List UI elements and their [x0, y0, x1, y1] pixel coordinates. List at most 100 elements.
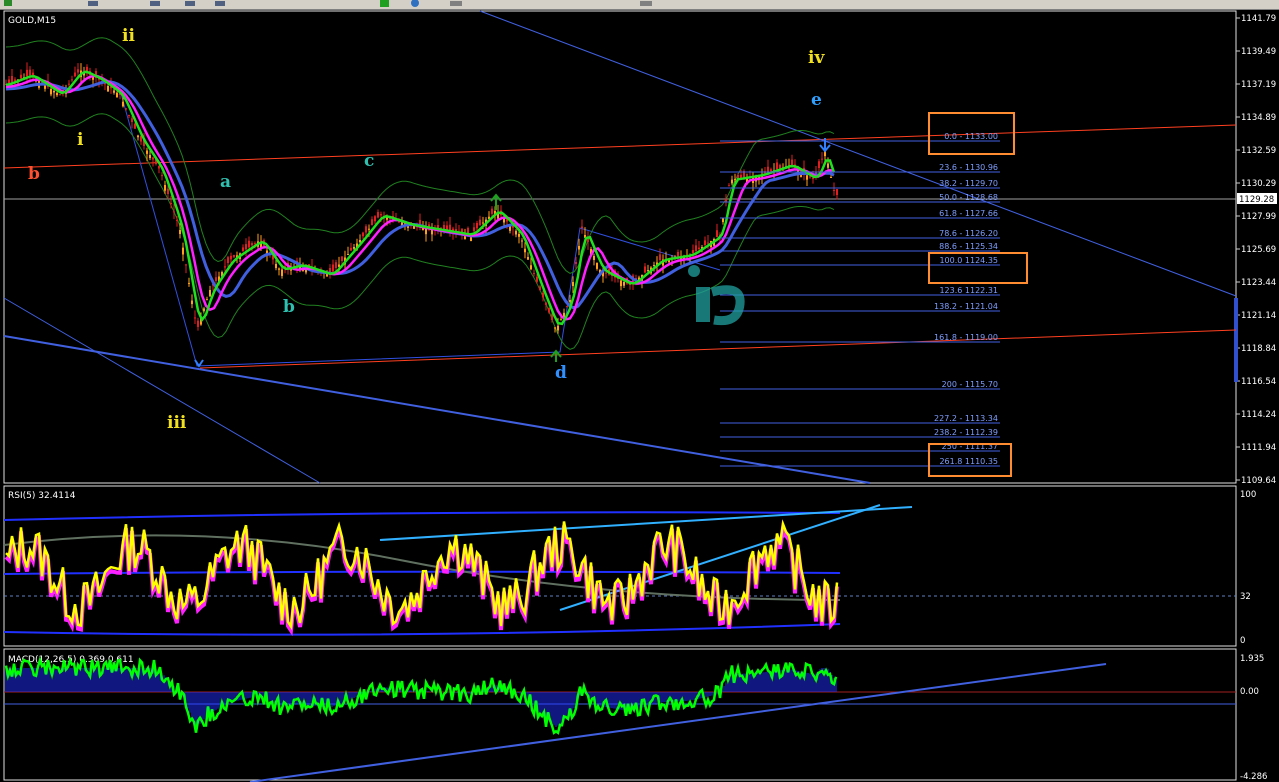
candle-body: [365, 226, 367, 233]
candle-body: [185, 264, 187, 266]
candle-body: [125, 108, 127, 110]
candle-body: [827, 163, 829, 168]
candle-body: [659, 254, 661, 260]
fib-label: 100.0 1124.35: [939, 256, 998, 265]
fib-label: 38.2 - 1129.70: [939, 179, 998, 188]
candle-body: [251, 243, 253, 246]
candle-body: [170, 202, 172, 204]
candle-body: [26, 69, 28, 77]
candle-body: [818, 161, 820, 168]
candle-body: [281, 269, 283, 276]
candle-body: [224, 266, 226, 268]
candle-body: [566, 306, 568, 308]
ma-slow: [5, 80, 835, 310]
candle-body: [560, 319, 562, 321]
candle-body: [536, 276, 538, 282]
candle-body: [122, 101, 124, 107]
scroll-marker: [1234, 298, 1238, 382]
candle-body: [695, 245, 697, 251]
moving-averages: [5, 70, 836, 326]
candle-body: [644, 266, 646, 273]
candle-body: [473, 227, 475, 232]
candle-body: [71, 79, 73, 81]
candle-body: [524, 248, 526, 253]
candle-body: [722, 218, 724, 223]
chart-canvas[interactable]: GOLD,M15 RSI(5) 32.4114 MACD(12,26,5) 0.…: [0, 0, 1279, 782]
fib-label: 50.0 - 1128.68: [939, 193, 998, 202]
price-axis-label: 1137.19: [1241, 80, 1276, 90]
candle-body: [74, 72, 76, 77]
price-axis-label: 1121.14: [1241, 311, 1276, 321]
candle-body: [233, 254, 235, 258]
candle-body: [539, 286, 541, 290]
candle-body: [830, 177, 832, 178]
candle-body: [593, 256, 595, 261]
candle-body: [728, 185, 730, 187]
fib-label: 238.2 - 1112.39: [934, 428, 998, 437]
candle-body: [203, 308, 205, 311]
trend-lines: [3, 10, 1237, 484]
fib-label: 0.0 - 1133.00: [944, 132, 998, 141]
wave-label-iii: iii: [167, 413, 187, 433]
candle-body: [164, 185, 166, 191]
candle-body: [53, 91, 55, 93]
candle-body: [275, 264, 277, 269]
fib-label: 88.6 - 1125.34: [939, 242, 998, 251]
candle-body: [179, 230, 181, 235]
candle-body: [116, 92, 118, 98]
candle-body: [368, 228, 370, 230]
lower-trend-line: [3, 335, 871, 484]
candle-body: [77, 69, 79, 73]
candle-body: [578, 246, 580, 250]
macd-indicator: [4, 655, 1236, 782]
macd-zero: 0.00: [1240, 687, 1259, 697]
candle-body: [182, 247, 184, 255]
candle-body: [548, 307, 550, 313]
candle-body: [479, 219, 481, 226]
candle-body: [836, 189, 838, 195]
wave-label-d: d: [555, 363, 567, 383]
candle-body: [605, 272, 607, 274]
candle-body: [527, 257, 529, 260]
arrow-marker: [194, 359, 204, 368]
candle-body: [704, 240, 706, 245]
candle-body: [557, 325, 559, 331]
candle-body: [29, 69, 31, 75]
current-price: 1129.28: [1239, 195, 1274, 205]
candle-body: [515, 230, 517, 235]
price-axis-label: 1111.94: [1241, 443, 1276, 453]
candle-body: [227, 257, 229, 263]
price-axis-label: 1125.69: [1241, 245, 1276, 255]
upper-channel-line: [3, 124, 1237, 169]
candle-body: [542, 292, 544, 298]
candle-body: [149, 155, 151, 159]
rsi-max: 100: [1240, 490, 1256, 500]
fib-label: 261.8 1110.35: [939, 457, 998, 466]
rsi-indicator: [3, 504, 1236, 637]
candle-body: [353, 247, 355, 249]
fib-label: 123.6 1122.31: [939, 286, 998, 295]
candle-body: [677, 251, 679, 257]
candle-body: [59, 94, 61, 96]
candle-body: [146, 150, 148, 154]
candle-body: [692, 250, 694, 253]
candle-body: [521, 240, 523, 242]
wave-label-i: i: [77, 130, 84, 150]
candle-body: [131, 118, 133, 122]
candle-body: [380, 214, 382, 216]
candle-body: [242, 247, 244, 252]
candle-body: [335, 262, 337, 268]
price-axis-label: 1109.64: [1241, 476, 1276, 486]
wave-label-b-red: b: [28, 164, 40, 184]
price-axis-label: 1114.24: [1241, 410, 1276, 420]
wave-label-ii: ii: [122, 26, 135, 46]
candle-body: [191, 300, 193, 305]
price-axis-label: 1132.59: [1241, 146, 1276, 156]
rsi-min: 0: [1240, 636, 1245, 646]
candle-body: [68, 83, 70, 85]
candle-body: [698, 247, 700, 249]
price-pane: [3, 10, 1237, 484]
candle-body: [647, 270, 649, 272]
macd-trendline: [249, 663, 1107, 782]
candle-body: [731, 179, 733, 184]
